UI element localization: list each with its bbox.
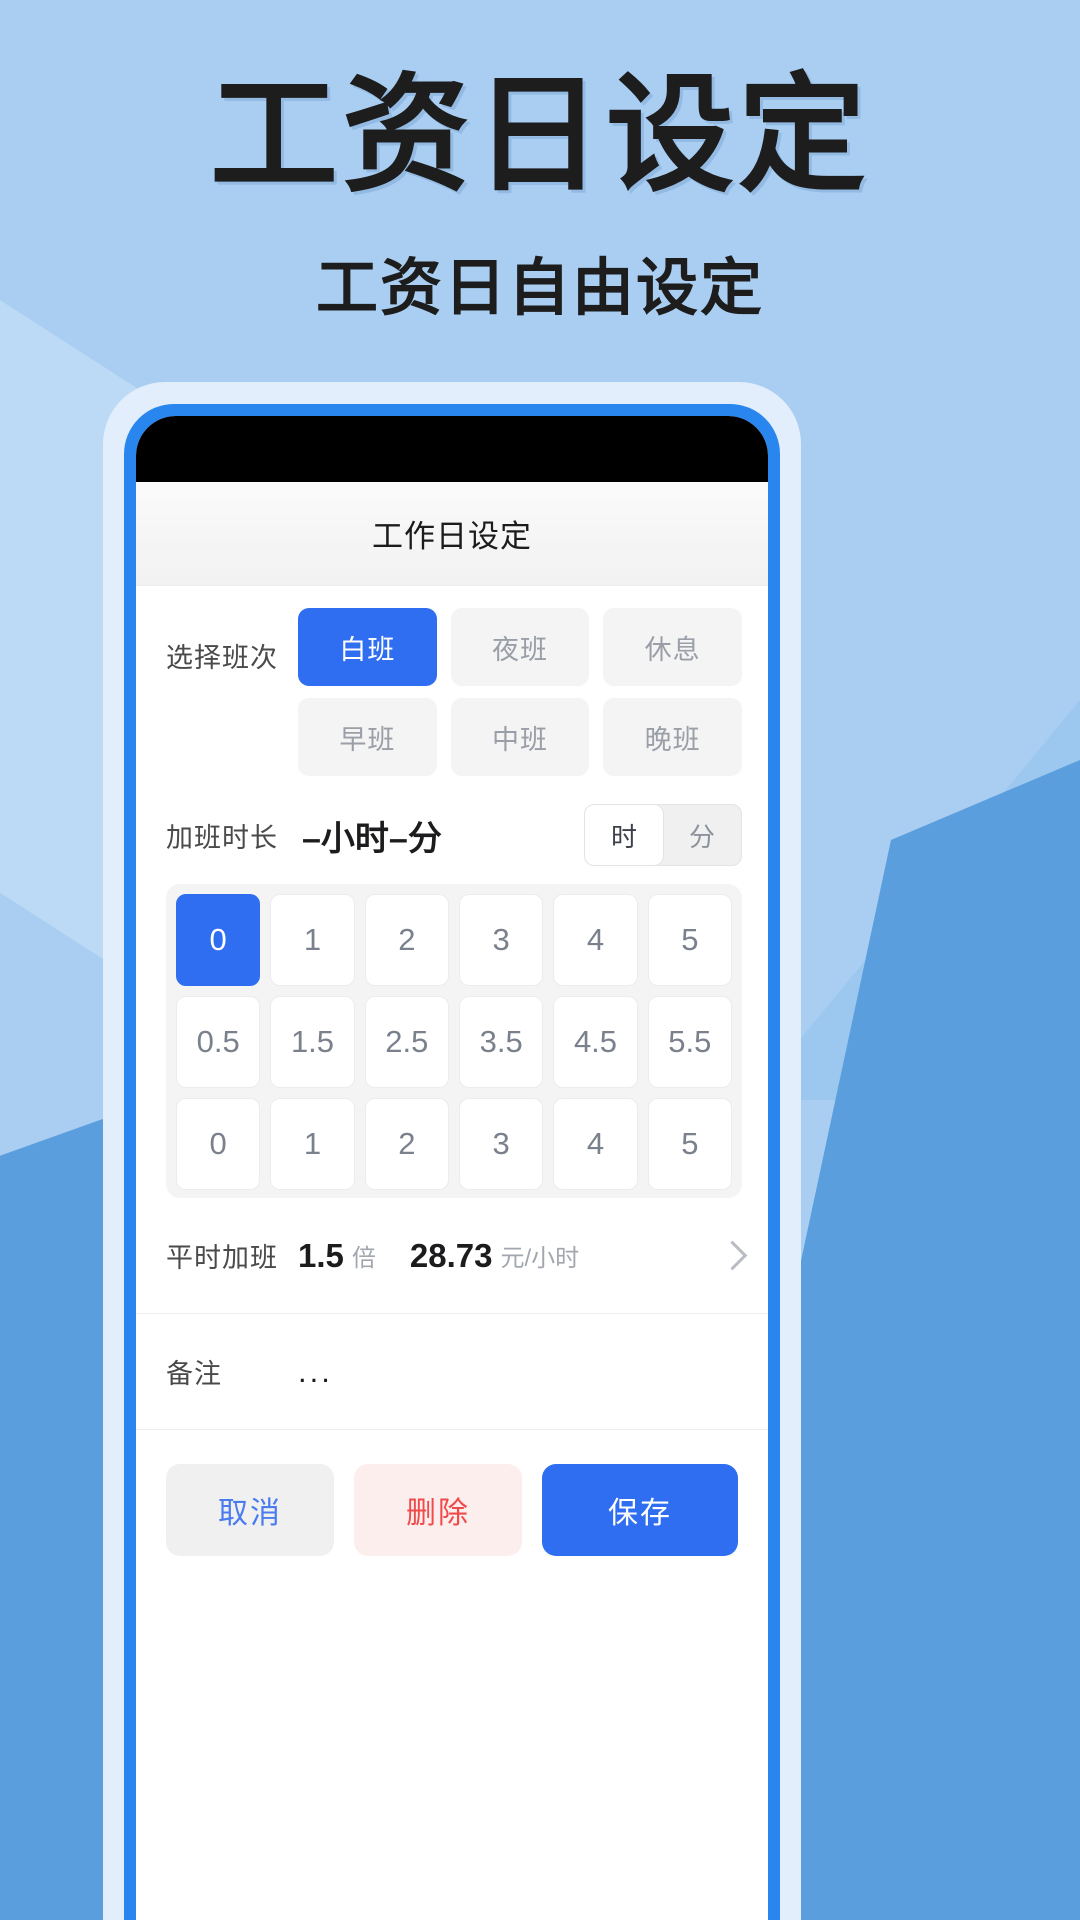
note-label: 备注: [166, 1359, 222, 1389]
numpad-cell[interactable]: 4: [553, 1098, 638, 1190]
numpad-cell[interactable]: 2: [364, 1098, 449, 1190]
shift-option-night[interactable]: 夜班: [450, 608, 590, 686]
numpad-cell[interactable]: 1.5: [270, 996, 355, 1088]
numpad-cell[interactable]: 5.5: [647, 996, 732, 1088]
poster-headline: 工资日设定: [209, 61, 870, 210]
numpad-cell[interactable]: 5: [647, 894, 732, 986]
numpad-cell[interactable]: 4.5: [553, 996, 638, 1088]
unit-toggle-hour[interactable]: 时: [585, 805, 663, 865]
shift-option-evening[interactable]: 晚班: [603, 698, 742, 776]
action-bar: 取消 删除 保存: [136, 1430, 768, 1556]
chevron-right-icon: [720, 1237, 742, 1275]
shift-option-mid[interactable]: 中班: [450, 698, 590, 776]
shift-section: 选择班次 白班 夜班 休息 早班 中班 晚班: [136, 586, 768, 794]
shift-section-label: 选择班次: [166, 643, 278, 673]
phone-screen: 工作日设定 选择班次 白班 夜班 休息 早班 中班 晚班 加班时长 –小时–分 …: [136, 416, 768, 1920]
delete-button[interactable]: 删除: [354, 1464, 522, 1556]
overtime-rate-row[interactable]: 平时加班 1.5 倍 28.73 元/小时: [136, 1198, 768, 1314]
poster-text-block: 工资日设定 工资日自由设定: [0, 60, 1080, 327]
numpad-cell[interactable]: 0.5: [176, 996, 261, 1088]
numpad-cell[interactable]: 1: [270, 1098, 355, 1190]
phone-frame: 工作日设定 选择班次 白班 夜班 休息 早班 中班 晚班 加班时长 –小时–分 …: [124, 404, 780, 1920]
unit-toggle-minute[interactable]: 分: [663, 805, 741, 865]
note-value[interactable]: ...: [298, 1354, 333, 1390]
page-title: 工作日设定: [372, 519, 532, 554]
status-bar: [136, 416, 768, 482]
overtime-numpad: 0 1 2 3 4 5 0.5 1.5 2.5 3.5 4.5 5.5 0 1: [166, 884, 742, 1198]
overtime-rate-amount-unit: 元/小时: [500, 1245, 580, 1272]
poster-subheadline: 工资日自由设定: [315, 251, 764, 325]
save-button[interactable]: 保存: [542, 1464, 738, 1556]
overtime-rate-multiplier-unit: 倍: [351, 1245, 376, 1272]
overtime-rate-amount: 28.73: [409, 1236, 493, 1274]
numpad-cell[interactable]: 5: [647, 1098, 732, 1190]
numpad-cell[interactable]: 0: [176, 1098, 261, 1190]
overtime-rate-label: 平时加班: [166, 1243, 278, 1273]
settings-content: 选择班次 白班 夜班 休息 早班 中班 晚班 加班时长 –小时–分 时 分 0 …: [136, 586, 768, 1556]
overtime-rate-multiplier: 1.5: [298, 1236, 344, 1274]
overtime-duration-label: 加班时长: [166, 822, 278, 853]
shift-option-day[interactable]: 白班: [298, 608, 437, 686]
shift-option-rest[interactable]: 休息: [603, 608, 742, 686]
numpad-cell[interactable]: 1: [270, 894, 355, 986]
cancel-button[interactable]: 取消: [166, 1464, 334, 1556]
numpad-cell[interactable]: 0: [176, 894, 261, 986]
numpad-cell[interactable]: 4: [553, 894, 638, 986]
overtime-duration-row: 加班时长 –小时–分 时 分: [136, 794, 768, 878]
overtime-duration-value: –小时–分: [302, 819, 442, 858]
numpad-cell[interactable]: 3: [459, 894, 544, 986]
numpad-cell[interactable]: 2.5: [364, 996, 449, 1088]
note-row[interactable]: 备注 ...: [136, 1314, 768, 1430]
poster-root: 工资日设定 工资日自由设定 工作日设定 选择班次 白班 夜班 休息 早班 中班: [0, 0, 1080, 1920]
numpad-cell[interactable]: 3: [459, 1098, 544, 1190]
numpad-cell[interactable]: 2: [364, 894, 449, 986]
shift-option-grid: 白班 夜班 休息 早班 中班 晚班: [298, 608, 742, 776]
unit-toggle[interactable]: 时 分: [584, 804, 742, 866]
numpad-cell[interactable]: 3.5: [459, 996, 544, 1088]
numpad-grid: 0 1 2 3 4 5 0.5 1.5 2.5 3.5 4.5 5.5 0 1: [176, 894, 732, 1198]
shift-option-morning[interactable]: 早班: [298, 698, 437, 776]
nav-header: 工作日设定: [136, 482, 768, 586]
